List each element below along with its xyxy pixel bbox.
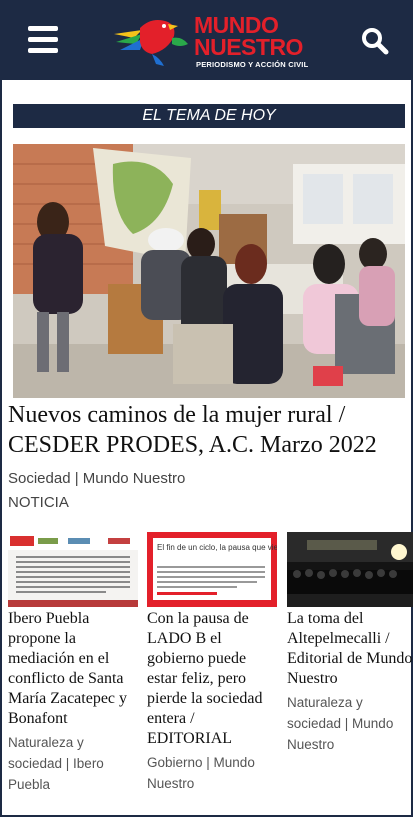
article-card[interactable]: Ibero Puebla propone la mediación en el …: [8, 532, 138, 795]
search-icon[interactable]: [360, 26, 390, 56]
bird-logo-icon: [114, 20, 188, 66]
article-thumbnail[interactable]: [287, 532, 413, 607]
article-meta: Naturaleza y sociedad | Ibero Puebla: [8, 735, 104, 792]
logo-tagline: PERIODISMO Y ACCIÓN CIVIL: [196, 60, 309, 69]
article-title[interactable]: Con la pausa de LADO B el gobierno puede…: [147, 609, 277, 749]
site-header: MUNDO NUESTRO PERIODISMO Y ACCIÓN CIVIL: [0, 0, 413, 80]
site-logo[interactable]: MUNDO NUESTRO PERIODISMO Y ACCIÓN CIVIL: [112, 12, 312, 72]
logo-text-mundo: MUNDO: [194, 12, 279, 38]
article-card[interactable]: El fin de un ciclo, la pausa que viene p…: [147, 532, 277, 794]
featured-article-meta: Sociedad | Mundo Nuestro: [8, 470, 186, 487]
article-thumbnail[interactable]: [8, 532, 138, 607]
article-card[interactable]: La toma del Altepelmecalli / Editorial d…: [287, 532, 413, 755]
article-title[interactable]: La toma del Altepelmecalli / Editorial d…: [287, 609, 413, 689]
thumbnail-headline: El fin de un ciclo, la pausa que viene p…: [157, 543, 277, 552]
article-thumbnail[interactable]: El fin de un ciclo, la pausa que viene p…: [147, 532, 277, 607]
featured-article-title[interactable]: Nuevos caminos de la mujer rural / CESDE…: [8, 400, 408, 460]
topic-of-the-day-banner[interactable]: EL TEMA DE HOY: [13, 104, 405, 128]
hamburger-menu-icon[interactable]: [28, 26, 60, 54]
logo-text-nuestro: NUESTRO: [194, 34, 303, 60]
article-meta: Gobierno | Mundo Nuestro: [147, 755, 255, 791]
article-title[interactable]: Ibero Puebla propone la mediación en el …: [8, 609, 138, 729]
featured-article-tag: NOTICIA: [8, 494, 69, 511]
featured-article-image[interactable]: [13, 144, 405, 398]
article-meta: Naturaleza y sociedad | Mundo Nuestro: [287, 695, 394, 752]
